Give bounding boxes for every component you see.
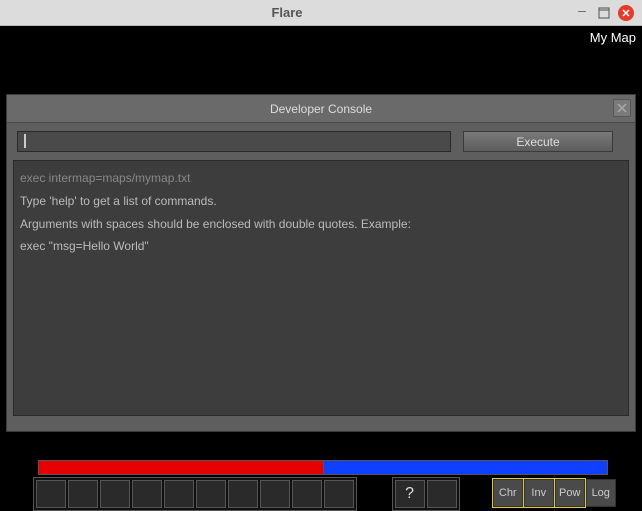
action-slot[interactable] (292, 480, 322, 508)
console-output: exec intermap=maps/mymap.txt Type 'help'… (13, 160, 629, 416)
menu-buttons: Chr Inv Pow Log (491, 477, 618, 511)
action-slot[interactable] (196, 480, 226, 508)
console-line: exec "msg=Hello World" (20, 235, 622, 258)
help-button[interactable]: ? (395, 480, 425, 508)
powers-button[interactable]: Pow (555, 479, 585, 507)
console-input[interactable] (17, 131, 451, 152)
console-header: Developer Console (7, 95, 635, 123)
action-slot[interactable] (36, 480, 66, 508)
console-line: Type 'help' to get a list of commands. (20, 190, 622, 213)
window-titlebar: Flare – (0, 0, 642, 26)
map-name-label: My Map (590, 30, 636, 45)
action-slot[interactable] (260, 480, 290, 508)
console-title: Developer Console (270, 102, 372, 116)
character-button[interactable]: Chr (493, 479, 523, 507)
minimize-icon[interactable]: – (574, 2, 590, 18)
action-slot[interactable] (68, 480, 98, 508)
game-viewport: My Map Developer Console Execute exec in… (0, 26, 642, 511)
maximize-icon[interactable] (596, 5, 612, 21)
developer-console: Developer Console Execute exec intermap=… (6, 94, 636, 432)
console-close-button[interactable] (613, 99, 631, 117)
action-slot[interactable] (164, 480, 194, 508)
console-line: exec intermap=maps/mymap.txt (20, 167, 622, 190)
action-slot[interactable] (324, 480, 354, 508)
action-slots (33, 477, 357, 511)
action-slot[interactable] (132, 480, 162, 508)
close-icon[interactable] (618, 5, 634, 21)
action-slot[interactable] (100, 480, 130, 508)
hud: ? Chr Inv Pow Log (0, 460, 642, 511)
inventory-button[interactable]: Inv (524, 479, 554, 507)
console-line: Arguments with spaces should be enclosed… (20, 213, 622, 236)
log-button[interactable]: Log (586, 479, 616, 507)
hp-bar (38, 460, 324, 475)
action-slot[interactable] (228, 480, 258, 508)
execute-button[interactable]: Execute (463, 131, 613, 152)
window-title: Flare (271, 5, 302, 20)
action-slot[interactable] (427, 480, 457, 508)
mp-bar (324, 460, 609, 475)
